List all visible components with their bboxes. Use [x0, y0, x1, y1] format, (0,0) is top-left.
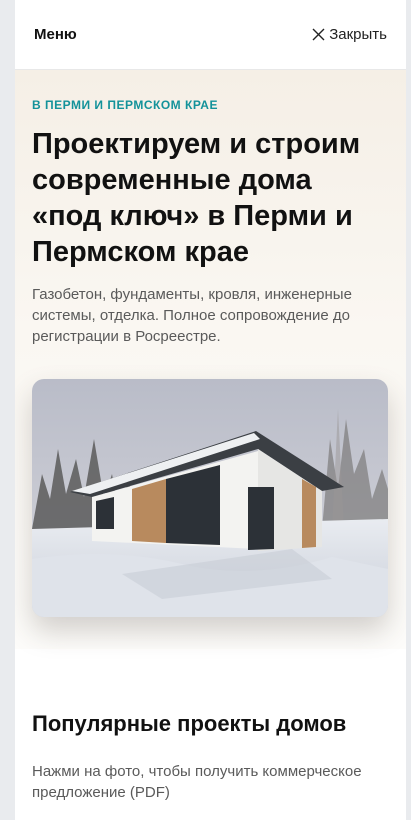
- close-button-label: Закрыть: [329, 26, 387, 43]
- popular-projects-title: Популярные проекты домов: [32, 711, 347, 736]
- hero-house-photo[interactable]: [32, 379, 388, 617]
- hero-headline: Проектируем и строим современные дома «п…: [32, 128, 361, 268]
- close-icon: [312, 28, 325, 41]
- popular-projects-subtitle: Нажми на фото, чтобы получить коммерческ…: [32, 763, 362, 801]
- hero-subtext: Газобетон, фундаменты, кровля, инженерны…: [32, 286, 352, 345]
- popular-projects-section: Популярные проекты домов Нажми на фото, …: [15, 649, 406, 803]
- hero-eyebrow: В ПЕРМИ И ПЕРМСКОМ КРАЕ: [32, 98, 218, 112]
- hero-section: В ПЕРМИ И ПЕРМСКОМ КРАЕ Проектируем и ст…: [15, 70, 406, 649]
- menu-title: Меню: [34, 26, 77, 43]
- house-illustration: [32, 379, 388, 617]
- menu-header: Меню Закрыть: [15, 0, 406, 70]
- mobile-menu-panel: Меню Закрыть В ПЕРМИ И ПЕРМСКОМ КРАЕ Про…: [15, 0, 406, 820]
- close-button[interactable]: Закрыть: [312, 26, 387, 43]
